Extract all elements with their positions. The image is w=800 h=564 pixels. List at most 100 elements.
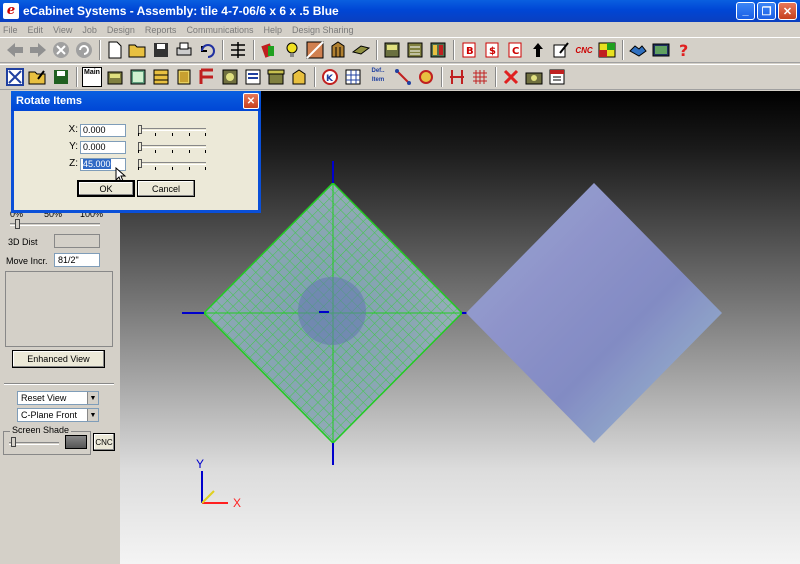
- save-assembly-icon[interactable]: [50, 66, 72, 88]
- secondary-toolbar: Main K Def.. Item: [0, 64, 800, 90]
- move-incr-label: Move Incr.: [6, 256, 48, 266]
- svg-text:$: $: [489, 46, 496, 57]
- face-frame-icon[interactable]: [196, 66, 218, 88]
- y-rotation-slider[interactable]: [138, 142, 206, 153]
- material-icon[interactable]: [258, 39, 280, 61]
- layout-icon[interactable]: [596, 39, 618, 61]
- drawer-icon[interactable]: [150, 66, 172, 88]
- grid-snap-icon[interactable]: [469, 66, 491, 88]
- x-rotation-slider[interactable]: [138, 125, 206, 136]
- menu-view[interactable]: View: [53, 25, 72, 35]
- scale-slider-thumb[interactable]: [15, 219, 20, 229]
- layout-grid-icon[interactable]: [342, 66, 364, 88]
- ok-button[interactable]: OK: [77, 180, 135, 197]
- menu-job[interactable]: Job: [82, 25, 97, 35]
- report-cost-icon[interactable]: $: [481, 39, 503, 61]
- restore-button[interactable]: ❐: [757, 2, 776, 20]
- menu-edit[interactable]: Edit: [28, 25, 44, 35]
- accessories-icon[interactable]: [288, 66, 310, 88]
- y-rotation-input[interactable]: 0.000: [80, 141, 126, 154]
- screen-shade-thumb[interactable]: [11, 437, 16, 447]
- toolbar-separator: [222, 40, 224, 60]
- open-folder-icon[interactable]: [127, 39, 149, 61]
- scale-slider-track[interactable]: [10, 223, 100, 226]
- select-icon[interactable]: [4, 66, 26, 88]
- y-label: Y:: [69, 141, 78, 152]
- cnc-icon[interactable]: CNC: [573, 39, 595, 61]
- panel-icon[interactable]: [350, 39, 372, 61]
- new-file-icon[interactable]: [104, 39, 126, 61]
- menu-design-sharing[interactable]: Design Sharing: [292, 25, 354, 35]
- print-icon[interactable]: [173, 39, 195, 61]
- info-box: [5, 271, 113, 347]
- library-icon[interactable]: [427, 39, 449, 61]
- delete-icon[interactable]: [500, 66, 522, 88]
- parts-list-icon[interactable]: [404, 39, 426, 61]
- lightbulb-icon[interactable]: [281, 39, 303, 61]
- reset-view-select[interactable]: Reset View ▼: [17, 391, 99, 405]
- tile[interactable]: [466, 183, 722, 443]
- job-icon[interactable]: K: [319, 66, 341, 88]
- x-label: X:: [68, 124, 78, 135]
- screen-shade-label: Screen Shade: [10, 425, 72, 435]
- open-assembly-icon[interactable]: [27, 66, 49, 88]
- define-item-button[interactable]: Def.. Item: [365, 66, 391, 88]
- z-rotation-slider[interactable]: [138, 159, 206, 170]
- selected-tile[interactable]: [202, 181, 464, 445]
- toolbar-separator: [441, 67, 443, 87]
- assembly-icon[interactable]: [381, 39, 403, 61]
- close-button[interactable]: ✕: [778, 2, 797, 20]
- calendar-icon[interactable]: [546, 66, 568, 88]
- cancel-button[interactable]: Cancel: [137, 180, 195, 197]
- z-label: Z:: [69, 158, 78, 169]
- help-icon[interactable]: ?: [673, 39, 695, 61]
- chevron-down-icon[interactable]: ▼: [87, 392, 98, 404]
- app-logo-icon: e: [3, 3, 19, 19]
- molding-icon[interactable]: [219, 66, 241, 88]
- cplane-select[interactable]: C-Plane Front ▼: [17, 408, 99, 422]
- screen-shade-track[interactable]: [9, 442, 59, 445]
- stop-icon[interactable]: [50, 39, 72, 61]
- undo-icon[interactable]: [196, 39, 218, 61]
- wall-cabinet-icon[interactable]: [127, 66, 149, 88]
- move-incr-field[interactable]: 81/2": [54, 253, 100, 267]
- hardware-icon[interactable]: [242, 66, 264, 88]
- forward-arrow-icon[interactable]: [27, 39, 49, 61]
- refresh-icon[interactable]: [73, 39, 95, 61]
- svg-text:C: C: [512, 46, 519, 57]
- svg-text:K: K: [326, 74, 334, 84]
- minimize-button[interactable]: _: [736, 2, 755, 20]
- countertop-icon[interactable]: [265, 66, 287, 88]
- handshake-icon[interactable]: [627, 39, 649, 61]
- dialog-close-icon[interactable]: ✕: [243, 93, 259, 109]
- camera-icon[interactable]: [523, 66, 545, 88]
- cabinet-icon[interactable]: [327, 39, 349, 61]
- texture-icon[interactable]: [304, 39, 326, 61]
- report-b-icon[interactable]: B: [458, 39, 480, 61]
- menu-design[interactable]: Design: [107, 25, 135, 35]
- cnc-button[interactable]: CNC: [93, 433, 115, 451]
- z-rotation-value: 45.000: [83, 159, 111, 169]
- dist-field[interactable]: [54, 234, 100, 248]
- rotate-icon[interactable]: [415, 66, 437, 88]
- align-icon[interactable]: [227, 39, 249, 61]
- back-arrow-icon[interactable]: [4, 39, 26, 61]
- base-cabinet-icon[interactable]: [104, 66, 126, 88]
- x-rotation-input[interactable]: 0.000: [80, 124, 126, 137]
- menu-communications[interactable]: Communications: [186, 25, 253, 35]
- dimension-icon[interactable]: [446, 66, 468, 88]
- draw-line-icon[interactable]: [392, 66, 414, 88]
- door-style-icon[interactable]: [173, 66, 195, 88]
- enhanced-view-button[interactable]: Enhanced View: [12, 350, 105, 368]
- save-icon[interactable]: [150, 39, 172, 61]
- video-icon[interactable]: [650, 39, 672, 61]
- menu-reports[interactable]: Reports: [145, 25, 177, 35]
- menu-help[interactable]: Help: [263, 25, 282, 35]
- shade-color-swatch[interactable]: [65, 435, 87, 449]
- upload-icon[interactable]: [527, 39, 549, 61]
- main-menu-button[interactable]: Main: [81, 66, 103, 88]
- report-cut-icon[interactable]: C: [504, 39, 526, 61]
- edit-report-icon[interactable]: [550, 39, 572, 61]
- chevron-down-icon[interactable]: ▼: [87, 409, 98, 421]
- menu-file[interactable]: File: [3, 25, 18, 35]
